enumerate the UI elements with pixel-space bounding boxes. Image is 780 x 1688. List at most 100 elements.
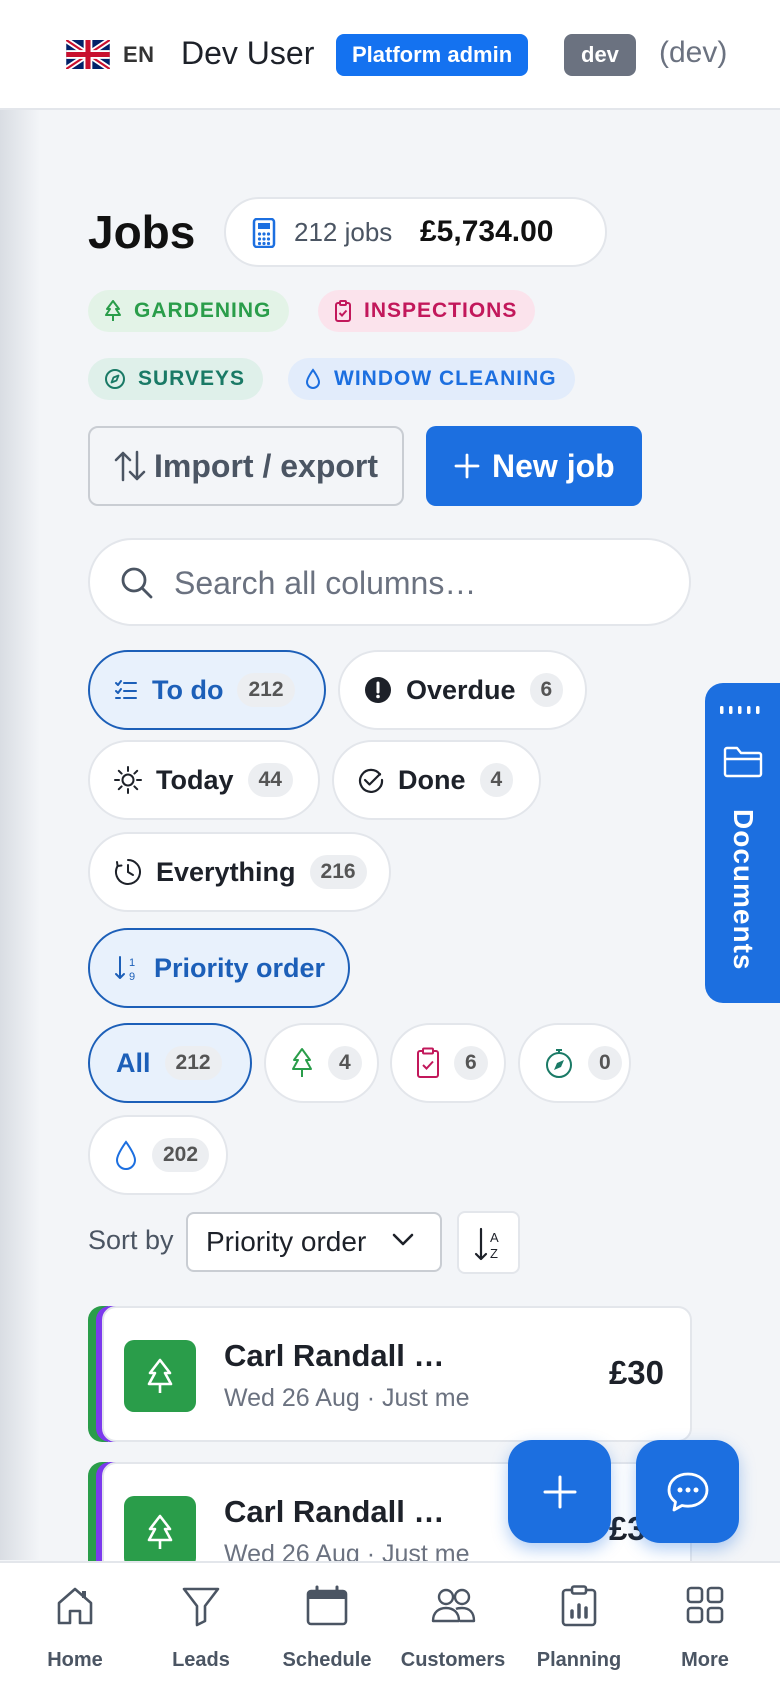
nav-home[interactable]: Home <box>12 1563 138 1688</box>
filter-done[interactable]: Done 4 <box>332 740 541 820</box>
nav-label: More <box>681 1649 729 1671</box>
job-card-body: Carl Randall … Wed 26 Aug · Just me £30 <box>102 1306 692 1442</box>
service-filter-surveys[interactable]: 0 <box>518 1023 631 1103</box>
nav-planning[interactable]: Planning <box>516 1563 642 1688</box>
chat-bubble-icon <box>667 1472 708 1511</box>
sort-numeric-icon: 19 <box>115 956 135 982</box>
search-icon <box>121 567 153 599</box>
add-fab-button[interactable] <box>508 1440 611 1543</box>
plus-icon <box>454 453 480 479</box>
list-check-icon <box>115 680 137 699</box>
folder-icon <box>723 746 763 778</box>
nav-customers[interactable]: Customers <box>390 1563 516 1688</box>
new-job-button[interactable]: New job <box>426 426 642 506</box>
nav-label: Home <box>47 1649 103 1671</box>
check-circle-icon <box>358 768 384 793</box>
service-filter-all[interactable]: All 212 <box>88 1023 252 1103</box>
job-service-badge <box>124 1340 196 1412</box>
top-bar: EN Dev User Platform admin dev (dev) <box>0 0 780 110</box>
filter-count: 44 <box>247 763 293 797</box>
tag-inspections[interactable]: INSPECTIONS <box>318 290 536 332</box>
tag-window-cleaning[interactable]: WINDOW CLEANING <box>288 358 575 400</box>
users-icon <box>431 1588 476 1623</box>
tree-icon <box>147 1514 173 1549</box>
sort-select[interactable]: Priority order <box>186 1212 442 1272</box>
filter-overdue[interactable]: Overdue 6 <box>338 650 587 730</box>
clipboard-chart-icon <box>561 1585 597 1627</box>
nav-label: Customers <box>400 1649 506 1671</box>
service-filter-window-cleaning[interactable]: 202 <box>88 1115 228 1195</box>
page-title: Jobs <box>88 206 196 258</box>
documents-tab[interactable]: Documents <box>705 683 780 1003</box>
filter-count: 6 <box>454 1046 488 1080</box>
service-filter-gardening[interactable]: 4 <box>264 1023 379 1103</box>
environment-label: (dev) <box>659 36 728 69</box>
bottom-navigation: Home Leads Schedule Customers Planning M… <box>0 1561 780 1688</box>
import-export-button[interactable]: Import / export <box>88 426 404 506</box>
swap-vertical-icon <box>114 450 146 482</box>
language-code[interactable]: EN <box>123 42 155 68</box>
job-subtitle: Wed 26 Aug · Just me <box>224 1384 470 1412</box>
tag-label: WINDOW CLEANING <box>334 367 557 390</box>
filter-count: 216 <box>309 855 367 889</box>
grid-icon <box>686 1586 724 1624</box>
job-customer-name: Carl Randall … <box>224 1338 445 1373</box>
filter-count: 4 <box>328 1046 362 1080</box>
filter-everything[interactable]: Everything 216 <box>88 832 391 912</box>
priority-order-label: Priority order <box>154 952 326 983</box>
jobs-summary: 212 jobs £5,734.00 <box>224 197 607 267</box>
tag-label: INSPECTIONS <box>364 299 518 322</box>
filter-label: Everything <box>156 856 296 887</box>
drag-handle-icon <box>720 706 760 714</box>
new-job-label: New job <box>492 447 615 484</box>
environment-badge: dev <box>564 34 636 76</box>
nav-leads[interactable]: Leads <box>138 1563 264 1688</box>
filter-label: Overdue <box>406 674 516 705</box>
chevron-down-icon <box>392 1233 414 1246</box>
job-count: 212 jobs <box>294 217 393 247</box>
filter-label: All <box>116 1047 151 1078</box>
role-badge: Platform admin <box>336 34 529 76</box>
total-value: £5,734.00 <box>420 215 554 248</box>
priority-order-toggle[interactable]: 19 Priority order <box>88 928 350 1008</box>
nav-more[interactable]: More <box>642 1563 768 1688</box>
clipboard-check-icon <box>335 300 351 322</box>
filter-label: Done <box>398 764 466 795</box>
sort-direction-button[interactable]: AZ <box>457 1211 520 1274</box>
sort-selected-value: Priority order <box>206 1226 367 1257</box>
filter-count: 4 <box>479 763 514 797</box>
tag-gardening[interactable]: GARDENING <box>88 290 290 332</box>
search-box <box>88 538 691 626</box>
uk-flag-icon[interactable] <box>66 40 110 69</box>
job-amount: £30 <box>608 1354 664 1391</box>
filter-count: 0 <box>588 1046 622 1080</box>
filter-to-do[interactable]: To do 212 <box>88 650 326 730</box>
svg-text:9: 9 <box>129 971 135 982</box>
service-filter-inspections[interactable]: 6 <box>390 1023 506 1103</box>
tree-icon <box>105 300 121 321</box>
plus-icon <box>543 1475 576 1508</box>
tag-surveys[interactable]: SURVEYS <box>88 358 263 400</box>
compass-icon <box>546 1049 572 1078</box>
svg-text:A: A <box>490 1230 499 1245</box>
compass-icon <box>105 369 125 389</box>
import-export-label: Import / export <box>154 447 379 484</box>
svg-text:Z: Z <box>490 1246 498 1261</box>
job-service-badge <box>124 1496 196 1568</box>
filter-label: To do <box>152 674 224 705</box>
chat-fab-button[interactable] <box>636 1440 739 1543</box>
filter-count: 202 <box>152 1138 210 1172</box>
filter-count: 6 <box>529 673 564 707</box>
calendar-icon <box>306 1585 348 1626</box>
calculator-icon <box>252 218 276 248</box>
nav-schedule[interactable]: Schedule <box>264 1563 390 1688</box>
droplet-icon <box>115 1140 137 1170</box>
filter-today[interactable]: Today 44 <box>88 740 320 820</box>
filter-count: 212 <box>237 673 295 707</box>
svg-text:1: 1 <box>129 957 135 969</box>
tag-label: GARDENING <box>134 299 272 322</box>
filter-icon <box>182 1587 220 1627</box>
search-input[interactable] <box>174 560 654 606</box>
job-customer-name: Carl Randall … <box>224 1494 445 1529</box>
job-card[interactable]: Carl Randall … Wed 26 Aug · Just me £30 <box>88 1306 692 1442</box>
